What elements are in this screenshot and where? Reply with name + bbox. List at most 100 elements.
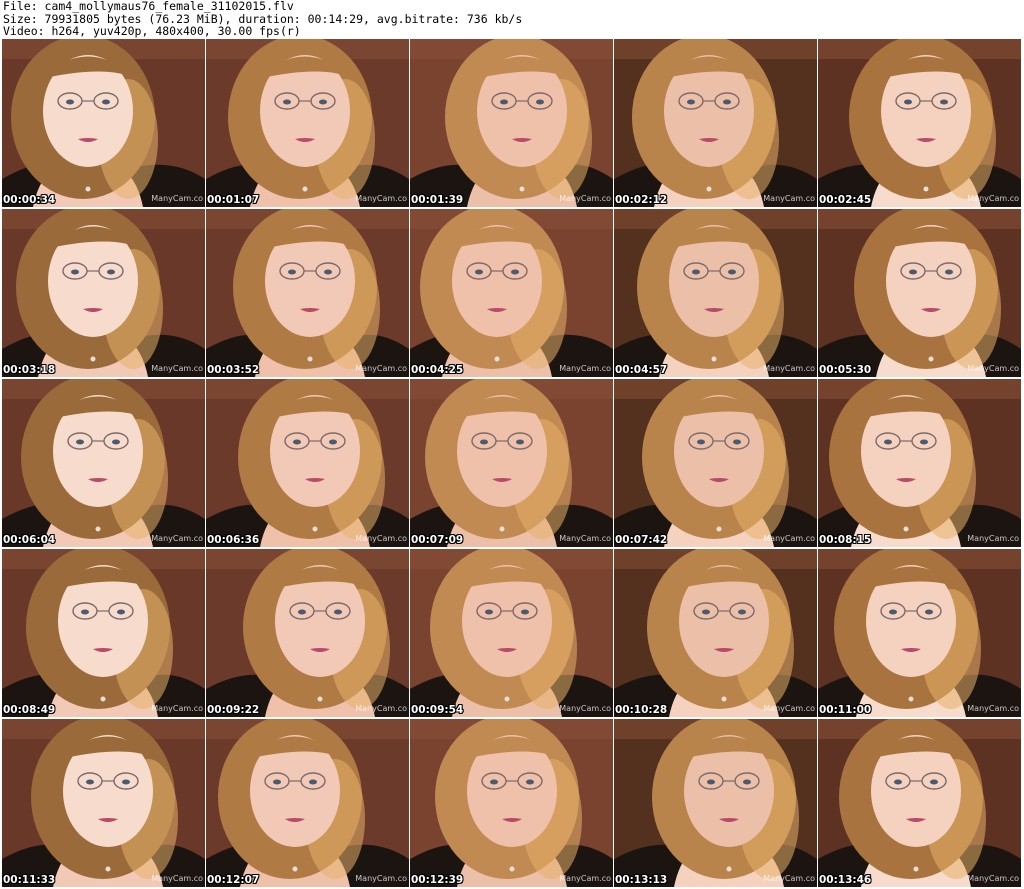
manycam-watermark: ManyCam.co (967, 874, 1019, 883)
timestamp-label: 00:10:28 (615, 704, 668, 716)
manycam-watermark: ManyCam.co (967, 534, 1019, 543)
webcam-frame-image (818, 209, 1021, 377)
webcam-frame-image (410, 39, 613, 207)
video-thumbnail[interactable]: 00:06:36 ManyCam.co (206, 379, 409, 547)
video-thumbnail[interactable]: 00:06:04 ManyCam.co (2, 379, 205, 547)
video-thumbnail[interactable]: 00:04:25 ManyCam.co (410, 209, 613, 377)
video-thumbnail[interactable]: 00:01:39 ManyCam.co (410, 39, 613, 207)
manycam-watermark: ManyCam.co (355, 364, 407, 373)
manycam-watermark: ManyCam.co (763, 874, 815, 883)
webcam-frame-image (410, 379, 613, 547)
manycam-watermark: ManyCam.co (967, 364, 1019, 373)
timestamp-label: 00:04:57 (615, 364, 668, 376)
video-thumbnail[interactable]: 00:04:57 ManyCam.co (614, 209, 817, 377)
manycam-watermark: ManyCam.co (967, 194, 1019, 203)
webcam-frame-image (818, 719, 1021, 887)
webcam-frame-image (818, 379, 1021, 547)
timestamp-label: 00:06:36 (207, 534, 260, 546)
video-thumbnail[interactable]: 00:13:46 ManyCam.co (818, 719, 1021, 887)
timestamp-label: 00:04:25 (411, 364, 464, 376)
webcam-frame-image (410, 719, 613, 887)
manycam-watermark: ManyCam.co (355, 534, 407, 543)
timestamp-label: 00:13:13 (615, 874, 668, 886)
manycam-watermark: ManyCam.co (559, 874, 611, 883)
webcam-frame-image (206, 39, 409, 207)
timestamp-label: 00:03:18 (3, 364, 56, 376)
webcam-frame-image (818, 549, 1021, 717)
webcam-frame-image (2, 39, 205, 207)
manycam-watermark: ManyCam.co (763, 194, 815, 203)
video-thumbnail[interactable]: 00:13:13 ManyCam.co (614, 719, 817, 887)
manycam-watermark: ManyCam.co (151, 704, 203, 713)
timestamp-label: 00:11:33 (3, 874, 56, 886)
video-thumbnail[interactable]: 00:02:12 ManyCam.co (614, 39, 817, 207)
video-thumbnail[interactable]: 00:11:00 ManyCam.co (818, 549, 1021, 717)
timestamp-label: 00:09:54 (411, 704, 464, 716)
video-thumbnail[interactable]: 00:01:07 ManyCam.co (206, 39, 409, 207)
webcam-frame-image (614, 379, 817, 547)
webcam-frame-image (614, 209, 817, 377)
timestamp-label: 00:08:15 (819, 534, 872, 546)
timestamp-label: 00:07:09 (411, 534, 464, 546)
timestamp-label: 00:09:22 (207, 704, 260, 716)
timestamp-label: 00:11:00 (819, 704, 872, 716)
manycam-watermark: ManyCam.co (763, 364, 815, 373)
video-thumbnail[interactable]: 00:08:15 ManyCam.co (818, 379, 1021, 547)
manycam-watermark: ManyCam.co (559, 364, 611, 373)
manycam-watermark: ManyCam.co (559, 534, 611, 543)
manycam-watermark: ManyCam.co (151, 194, 203, 203)
webcam-frame-image (2, 379, 205, 547)
file-name: File: cam4_mollymaus76_female_31102015.f… (3, 0, 294, 13)
timestamp-label: 00:12:07 (207, 874, 260, 886)
video-thumbnail[interactable]: 00:02:45 ManyCam.co (818, 39, 1021, 207)
manycam-watermark: ManyCam.co (559, 704, 611, 713)
video-thumbnail[interactable]: 00:11:33 ManyCam.co (2, 719, 205, 887)
webcam-frame-image (818, 39, 1021, 207)
video-thumbnail[interactable]: 00:03:18 ManyCam.co (2, 209, 205, 377)
video-thumbnail[interactable]: 00:07:42 ManyCam.co (614, 379, 817, 547)
manycam-watermark: ManyCam.co (151, 534, 203, 543)
timestamp-label: 00:12:39 (411, 874, 464, 886)
webcam-frame-image (206, 379, 409, 547)
timestamp-label: 00:02:12 (615, 194, 668, 206)
timestamp-label: 00:02:45 (819, 194, 872, 206)
manycam-watermark: ManyCam.co (967, 704, 1019, 713)
webcam-frame-image (2, 719, 205, 887)
video-thumbnail[interactable]: 00:12:07 ManyCam.co (206, 719, 409, 887)
video-thumbnail[interactable]: 00:07:09 ManyCam.co (410, 379, 613, 547)
webcam-frame-image (206, 209, 409, 377)
video-stream-info: Video: h264, yuv420p, 480x400, 30.00 fps… (3, 24, 301, 39)
manycam-watermark: ManyCam.co (763, 704, 815, 713)
video-thumbnail[interactable]: 00:10:28 ManyCam.co (614, 549, 817, 717)
webcam-frame-image (2, 549, 205, 717)
webcam-frame-image (410, 549, 613, 717)
manycam-watermark: ManyCam.co (559, 194, 611, 203)
thumbnail-grid: 00:00:34 ManyCam.co 00:01:07 ManyCam.co 00:0… (2, 39, 1023, 889)
timestamp-label: 00:03:52 (207, 364, 260, 376)
timestamp-label: 00:07:42 (615, 534, 668, 546)
webcam-frame-image (206, 719, 409, 887)
webcam-frame-image (614, 719, 817, 887)
manycam-watermark: ManyCam.co (151, 874, 203, 883)
video-thumbnail[interactable]: 00:08:49 ManyCam.co (2, 549, 205, 717)
manycam-watermark: ManyCam.co (763, 534, 815, 543)
video-thumbnail[interactable]: 00:03:52 ManyCam.co (206, 209, 409, 377)
manycam-watermark: ManyCam.co (355, 874, 407, 883)
manycam-watermark: ManyCam.co (355, 194, 407, 203)
webcam-frame-image (2, 209, 205, 377)
webcam-frame-image (614, 549, 817, 717)
webcam-frame-image (410, 209, 613, 377)
video-thumbnail[interactable]: 00:09:22 ManyCam.co (206, 549, 409, 717)
timestamp-label: 00:01:07 (207, 194, 260, 206)
timestamp-label: 00:01:39 (411, 194, 464, 206)
webcam-frame-image (614, 39, 817, 207)
video-thumbnail[interactable]: 00:00:34 ManyCam.co (2, 39, 205, 207)
manycam-watermark: ManyCam.co (355, 704, 407, 713)
timestamp-label: 00:00:34 (3, 194, 56, 206)
video-thumbnail[interactable]: 00:09:54 ManyCam.co (410, 549, 613, 717)
manycam-watermark: ManyCam.co (151, 364, 203, 373)
video-thumbnail[interactable]: 00:12:39 ManyCam.co (410, 719, 613, 887)
webcam-frame-image (206, 549, 409, 717)
timestamp-label: 00:13:46 (819, 874, 872, 886)
video-thumbnail[interactable]: 00:05:30 ManyCam.co (818, 209, 1021, 377)
